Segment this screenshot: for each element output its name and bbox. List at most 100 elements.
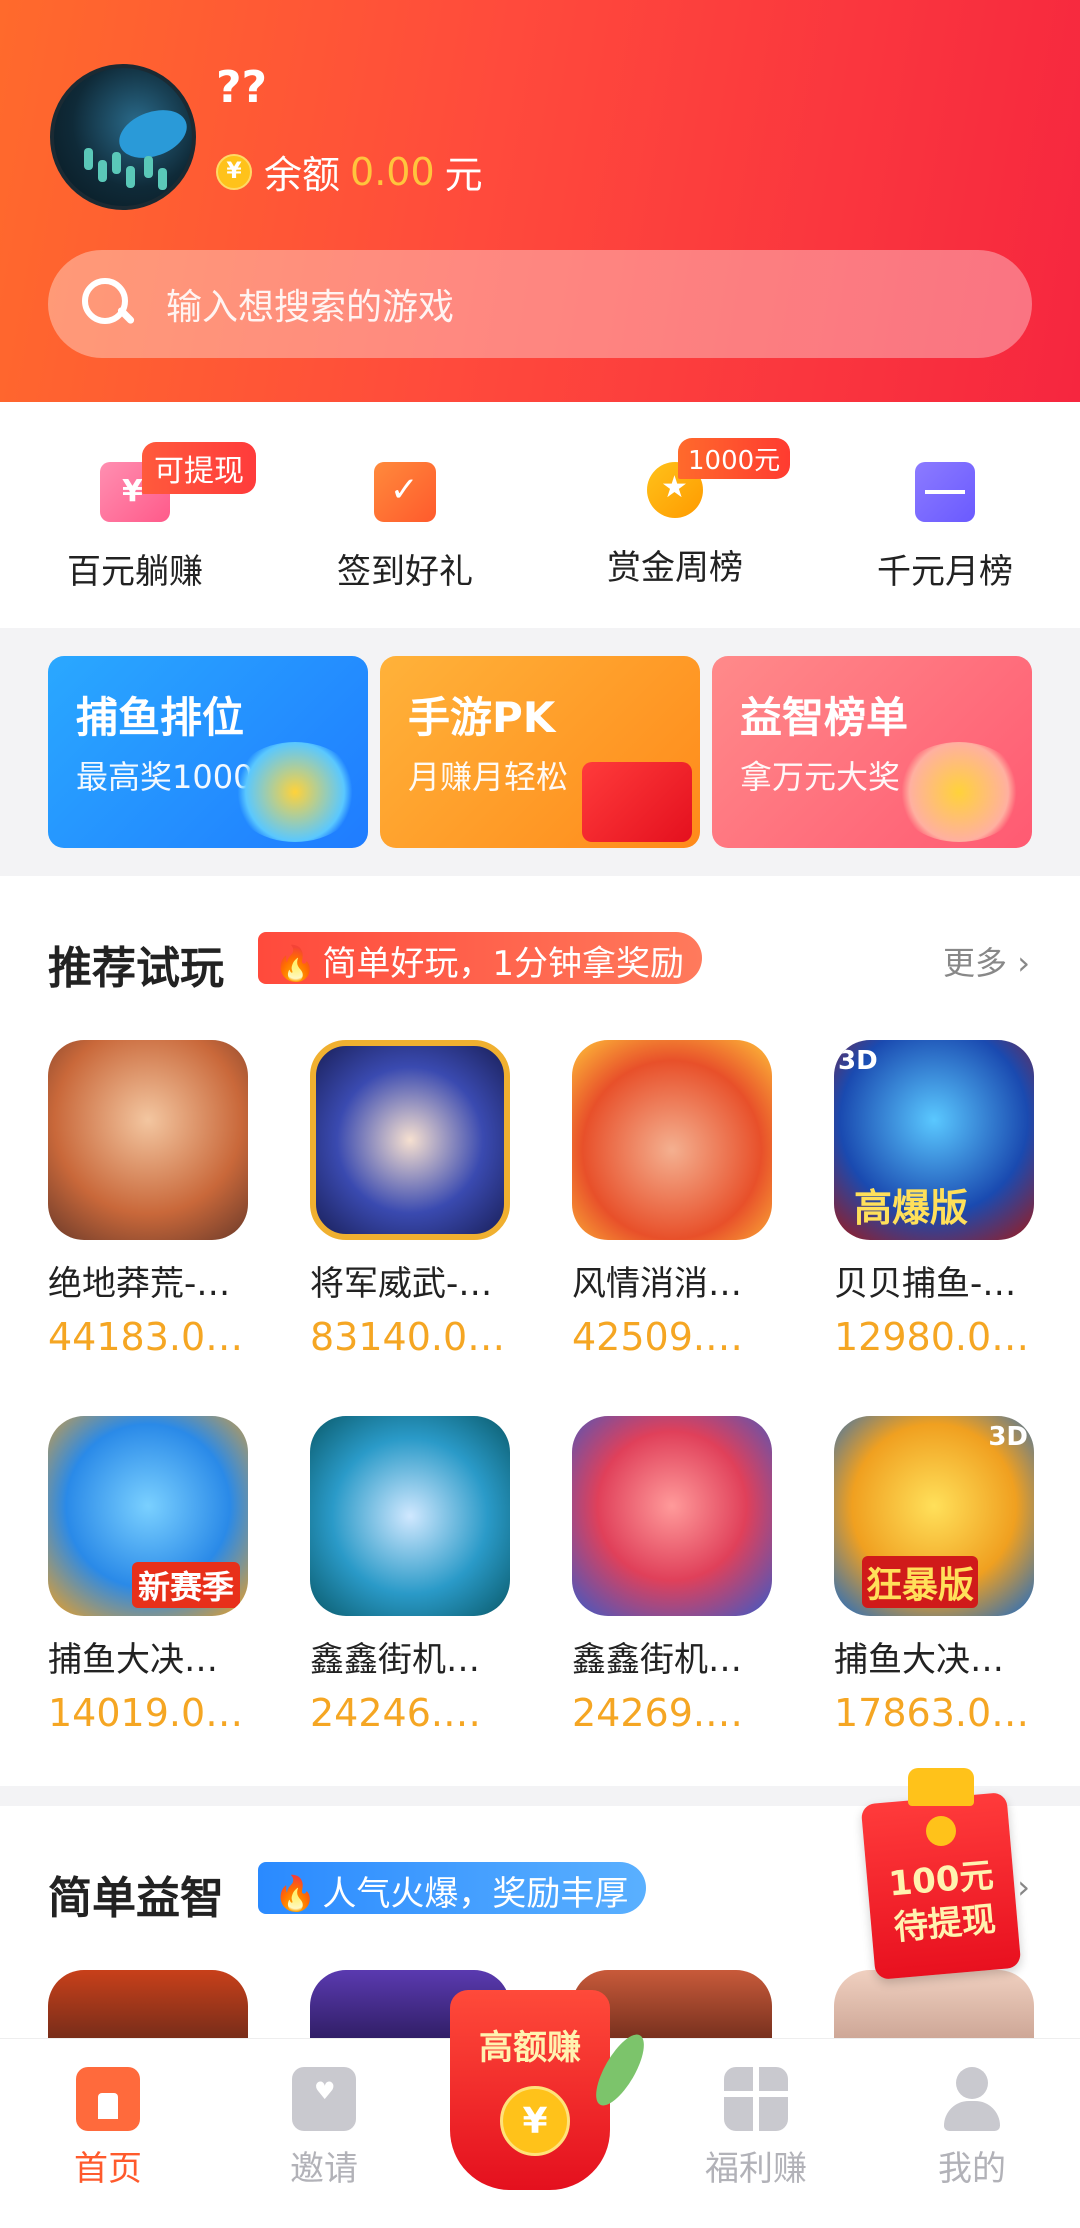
fish-mascot-icon [230,742,360,842]
tab-welfare[interactable]: 福利赚 [676,2067,836,2190]
quick-label: 签到好礼 [337,552,473,592]
banner-puzzle-rank[interactable]: 益智榜单 拿万元大奖 [712,656,1032,848]
high-earn-label: 高额赚 [479,2028,581,2068]
balance: ¥ 余额 0.00 元 [216,144,483,199]
banner-subtitle: 月赚月轻松 [408,758,569,796]
yuan-coin-icon: ¥ [500,2086,570,2156]
game-name: 捕鱼大决… [834,1640,1004,1680]
game-icon [572,1040,772,1240]
home-icon [76,2067,140,2131]
game-reward: 44183.0… [48,1315,244,1359]
game-reward: 42509.… [572,1315,743,1359]
game-icon: 3D 高爆版 [834,1040,1034,1240]
badge-withdrawable: 可提现 [142,442,256,494]
game-name: 风情消消… [572,1264,742,1304]
game-reward: 24246.… [310,1691,481,1735]
chevron-right-icon[interactable]: › [1017,1868,1030,1906]
game-card[interactable]: 鑫鑫街机… 24269.… [572,1416,772,1792]
game-name: 绝地莽荒-… [48,1264,231,1304]
game-icon [572,1416,772,1616]
flame-icon: 🔥 [274,944,317,984]
tab-mine[interactable]: 我的 [892,2067,1052,2190]
game-card[interactable]: 风情消消… 42509.… [572,1040,772,1416]
banner-title: 益智榜单 [740,693,909,742]
coins-icon [894,742,1024,842]
user-icon [940,2067,1004,2131]
badge-1000: 1000元 [678,438,791,479]
game-icon [310,1040,510,1240]
envelope-icon [915,462,975,522]
game-name: 将军威武-… [310,1264,493,1304]
quick-item-sign-in[interactable]: ✓ 签到好礼 [270,402,540,628]
game-card[interactable]: 绝地莽荒-… 44183.0… [48,1040,248,1416]
tab-label: 邀请 [290,2149,358,2189]
high-earn-button[interactable]: 高额赚 ¥ [440,1990,653,2200]
game-card[interactable]: 3D 高爆版 贝贝捕鱼-… 12980.0… [834,1040,1034,1416]
section-title: 推荐试玩 [48,943,224,994]
game-name: 捕鱼大决… [48,1640,218,1680]
game-icon: 3D 狂暴版 [834,1416,1034,1616]
game-reward: 14019.0… [48,1691,244,1735]
game-card[interactable]: 将军威武-… 83140.0… [310,1040,510,1416]
chevron-right-icon: › [1017,944,1030,982]
flame-icon: 🔥 [274,1874,317,1914]
game-icon [310,1416,510,1616]
banner-fishing-rank[interactable]: 捕鱼排位 最高奖1000 [48,656,368,848]
tab-label: 我的 [938,2149,1006,2189]
game-name: 贝贝捕鱼-… [834,1264,1017,1304]
tab-invite[interactable]: ♥ 邀请 [244,2067,404,2190]
invite-envelope-icon: ♥ [292,2067,356,2131]
quick-label: 赏金周榜 [607,548,743,588]
quick-item-bai-yuan[interactable]: ¥ 可提现 百元躺赚 [0,402,270,628]
game-name: 鑫鑫街机… [310,1640,480,1680]
calendar-check-icon: ✓ [374,462,436,522]
gift-icon [724,2067,788,2131]
banner-row: 捕鱼排位 最高奖1000 手游PK 月赚月轻松 益智榜单 拿万元大奖 [0,628,1080,876]
red-envelope-icon [582,762,692,842]
balance-amount: 0.00 [350,149,435,194]
quick-item-monthly[interactable]: 千元月榜 [810,402,1080,628]
game-reward: 24269.… [572,1691,743,1735]
floating-red-packet[interactable]: 100元 待提现 [860,1768,1022,1981]
game-card[interactable]: 鑫鑫街机… 24246.… [310,1416,510,1792]
section-title: 简单益智 [48,1873,224,1924]
game-card[interactable]: 3D 狂暴版 捕鱼大决… 17863.0… [834,1416,1034,1792]
game-reward: 83140.0… [310,1315,506,1359]
search-input[interactable]: 输入想搜索的游戏 [166,278,454,330]
crown-icon [908,1768,974,1806]
game-reward: 12980.0… [834,1315,1030,1359]
banner-subtitle: 最高奖1000 [76,758,254,796]
tab-label: 首页 [74,2149,142,2189]
game-icon [48,1040,248,1240]
banner-mobile-pk[interactable]: 手游PK 月赚月轻松 [380,656,700,848]
tab-label: 福利赚 [705,2149,807,2189]
game-grid: 绝地莽荒-… 44183.0… 将军威武-… 83140.0… 风情消消… 42… [48,1040,1034,1792]
quick-label: 千元月榜 [877,552,1013,592]
quick-label: 百元躺赚 [67,552,203,592]
red-packet-text: 100元 待提现 [887,1855,998,1949]
tab-home[interactable]: 首页 [28,2067,188,2190]
game-card[interactable]: 新赛季 捕鱼大决… 14019.0… [48,1416,248,1792]
quick-item-bounty-weekly[interactable]: ★ 1000元 赏金周榜 [540,402,810,628]
game-name: 鑫鑫街机… [572,1640,742,1680]
section-tag: 🔥 简单好玩，1分钟拿奖励 [258,932,702,984]
search-icon [78,274,138,334]
banner-subtitle: 拿万元大奖 [740,758,901,796]
section-tag: 🔥 人气火爆，奖励丰厚 [258,1862,647,1914]
search-bar[interactable]: 输入想搜索的游戏 [48,250,1032,358]
banner-title: 捕鱼排位 [76,693,245,742]
username: ?? [216,62,268,113]
coin-icon: ¥ [216,153,252,190]
game-icon: 新赛季 [48,1416,248,1616]
page: ?? ¥ 余额 0.00 元 输入想搜索的游戏 ¥ 可提现 百元躺赚 ✓ 签到好… [0,0,1080,2228]
header: ?? ¥ 余额 0.00 元 输入想搜索的游戏 [0,0,1080,402]
coin-icon [926,1816,956,1846]
quick-entries: ¥ 可提现 百元躺赚 ✓ 签到好礼 ★ 1000元 赏金周榜 千元月榜 [0,402,1080,628]
banner-title: 手游PK [408,693,556,742]
balance-label: 余额 [264,153,341,197]
section-recommend: 推荐试玩 🔥 简单好玩，1分钟拿奖励 更多 › 绝地莽荒-… 44183.0… 将… [0,876,1080,1786]
more-link[interactable]: 更多 › [943,938,1030,984]
balance-unit: 元 [444,153,483,197]
game-reward: 17863.0… [834,1691,1030,1735]
avatar[interactable] [50,64,196,210]
